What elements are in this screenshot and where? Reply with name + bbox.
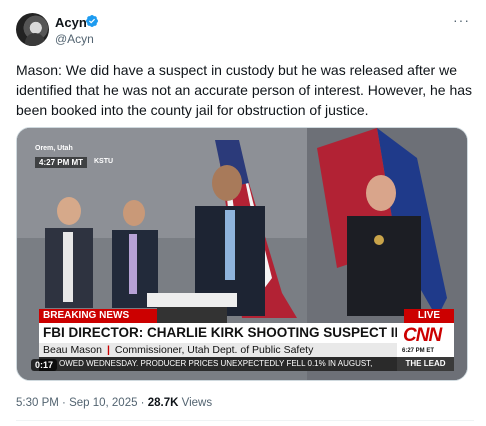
tweet-text: Mason: We did have a suspect in custody … [16,62,473,118]
station-label: KSTU [94,158,114,165]
speaker-title: Commissioner, Utah Dept. of Public Safet… [114,344,314,356]
views-count: 28.7K [147,397,179,409]
author-name[interactable]: Acyn [55,15,87,30]
tweet-meta: 5:30 PM · Sep 10, 2025 · 28.7K Views [16,397,212,409]
author-handle[interactable]: @Acyn [55,32,94,46]
post-time[interactable]: 5:30 PM [16,397,59,409]
network-logo-box: CNN 6:27 PM ET [397,323,454,357]
network-time: 6:27 PM ET [402,348,435,354]
video-local-time: 4:27 PM MT [35,157,88,168]
news-ticker: OWED WEDNESDAY. PRODUCER PRICES UNEXPECT… [39,357,397,371]
speaker-bar: Beau Mason | Commissioner, Utah Dept. of P… [39,343,397,357]
avatar[interactable] [16,13,49,46]
speaker-name: Beau Mason [43,344,102,356]
live-label: LIVE [404,309,454,323]
more-options-icon[interactable]: ··· [453,13,470,27]
video-duration: 0:17 [31,359,58,371]
video-player[interactable]: Orem, Utah 4:27 PM MT KSTU BREAKING NEWS… [16,127,468,381]
divider [16,420,474,421]
chyron-headline: FBI DIRECTOR: CHARLIE KIRK SHOOTING SUSP… [39,323,397,343]
tweet: Acyn @Acyn ··· Mason: We did have a susp… [0,0,486,426]
ticker-tag: THE LEAD [397,357,454,371]
meta-separator: · [58,397,70,409]
speaker-separator: | [106,344,110,356]
views-label: Views [178,397,213,409]
meta-separator: · [137,397,148,409]
breaking-news-label: BREAKING NEWS [39,309,157,323]
verified-badge-icon [86,15,98,27]
video-location: Orem, Utah [35,145,73,152]
post-date[interactable]: Sep 10, 2025 [69,397,137,409]
cnn-logo: CNN [403,325,442,346]
